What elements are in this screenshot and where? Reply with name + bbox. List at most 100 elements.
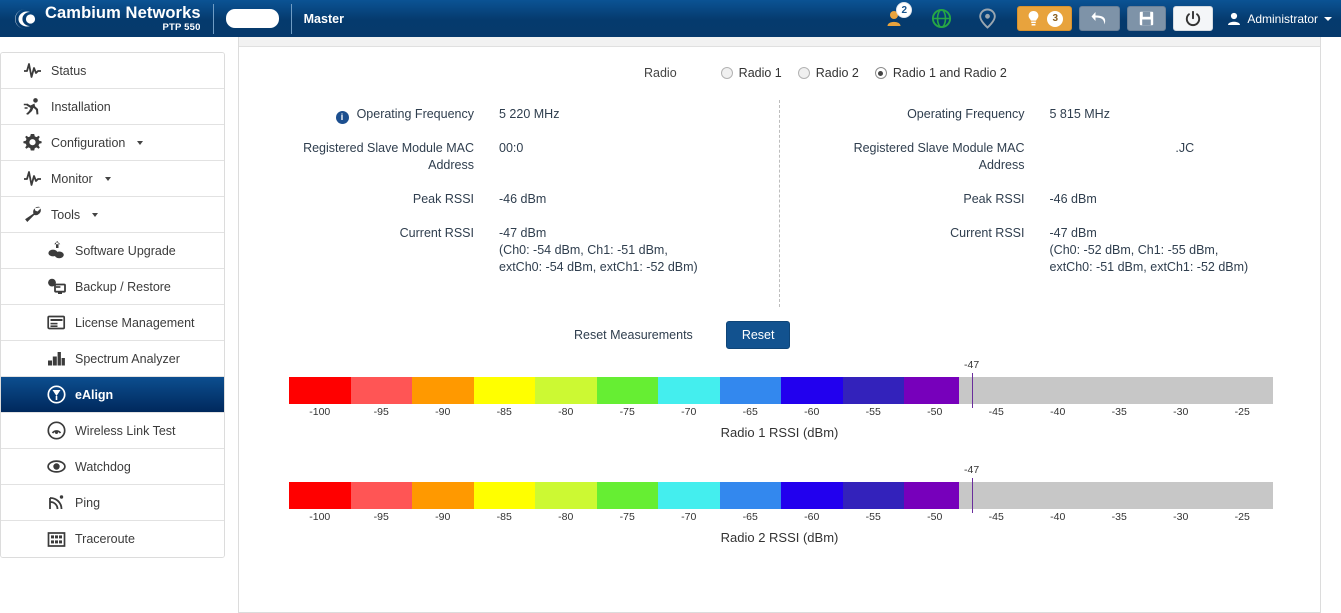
axis-tick-label: -35 [1112,511,1127,523]
sidebar-item-ping[interactable]: Ping [1,485,224,521]
axis-tick-label: -70 [681,511,696,523]
reset-measurements-row: Reset Measurements Reset [239,321,1320,349]
admin-menu[interactable]: Administrator [1227,12,1332,26]
axis-tick-label: -65 [743,511,758,523]
radio1-operating-frequency-label: iOperating Frequency [239,106,474,123]
sidebar-item-monitor[interactable]: Monitor [1,161,224,197]
axis-tick-label: -90 [435,406,450,418]
radio1-current-rssi-label: Current RSSI [239,225,474,276]
upload-icon [47,241,66,260]
rssi-segment [289,482,351,509]
sidebar-item-backup-restore[interactable]: Backup / Restore [1,269,224,305]
axis-tick-label: -95 [374,511,389,523]
alerts-button[interactable]: 3 [1017,6,1072,31]
sidebar-item-label: Status [51,64,86,78]
radio-button[interactable] [798,67,810,79]
rssi-bar: -47 [289,377,1273,404]
admin-label: Administrator [1247,12,1318,26]
cambium-logo-icon [10,6,38,32]
sidebar-item-label: Installation [51,100,111,114]
radio2-operating-frequency-label: Operating Frequency [780,106,1025,123]
radio2-peak-rssi-row: Peak RSSI -46 dBm [780,191,1321,208]
sidebar-item-software-upgrade[interactable]: Software Upgrade [1,233,224,269]
chart-caption: Radio 2 RSSI (dBm) [239,530,1320,545]
radio1-current-rssi-value: -47 dBm (Ch0: -54 dBm, Ch1: -51 dBm, ext… [474,225,780,276]
radio1-details: iOperating Frequency 5 220 MHz Registere… [239,106,780,315]
sidebar-item-wireless-link-test[interactable]: Wireless Link Test [1,413,224,449]
sidebar-item-label: eAlign [75,388,113,402]
rssi-segment [904,377,959,404]
axis-tick-label: -35 [1112,406,1127,418]
location-pin-icon[interactable] [964,0,1010,37]
save-button[interactable] [1127,6,1166,31]
radio-button[interactable] [875,67,887,79]
radio-option-label: Radio 1 [739,66,782,80]
rssi-segment [412,482,474,509]
chevron-down-icon [105,177,111,181]
rssi-segment [843,377,905,404]
radio-selector-row: Radio Radio 1Radio 2Radio 1 and Radio 2 [239,66,1320,80]
rssi-segment [781,482,843,509]
pulse-icon [23,169,42,188]
chevron-down-icon [1324,17,1332,21]
brand-logo[interactable]: Cambium Networks PTP 550 [0,0,201,37]
sidebar-item-watchdog[interactable]: Watchdog [1,449,224,485]
bar-chart-icon [47,349,66,368]
axis-tick-label: -45 [989,511,1004,523]
alerts-badge: 3 [1047,11,1063,27]
axis-tick-label: -95 [374,406,389,418]
sidebar-item-configuration[interactable]: Configuration [1,125,224,161]
axis-tick-label: -45 [989,406,1004,418]
device-name-pill [226,9,279,28]
axis-tick-label: -75 [620,511,635,523]
rssi-segment [412,377,474,404]
reset-button[interactable]: Reset [726,321,791,349]
sidebar-item-label: Software Upgrade [75,244,176,258]
axis-tick-label: -80 [558,511,573,523]
sidebar-item-spectrum-analyzer[interactable]: Spectrum Analyzer [1,341,224,377]
axis-tick-label: -90 [435,511,450,523]
chevron-down-icon [92,213,98,217]
rssi-charts: -47-100-95-90-85-80-75-70-65-60-55-50-45… [239,359,1320,559]
page-body: Status Installation ConfigurationMonitorTo… [0,37,1341,613]
axis-tick-label: -60 [804,511,819,523]
rssi-marker-line [972,478,973,513]
sidebar-item-label: Spectrum Analyzer [75,352,180,366]
radio2-current-rssi-row: Current RSSI -47 dBm (Ch0: -52 dBm, Ch1:… [780,225,1321,276]
radio2-peak-rssi-label: Peak RSSI [780,191,1025,208]
rssi-chart-1: -47-100-95-90-85-80-75-70-65-60-55-50-45… [239,359,1320,454]
axis-tick-label: -65 [743,406,758,418]
sidebar-item-installation[interactable]: Installation [1,89,224,125]
axis-tick-label: -75 [620,406,635,418]
rssi-segment [351,377,413,404]
sidebar-item-label: Backup / Restore [75,280,171,294]
ping-signal-icon [47,493,66,512]
brand-name: Cambium Networks [45,5,201,22]
radio-button[interactable] [721,67,733,79]
rssi-chart-2: -47-100-95-90-85-80-75-70-65-60-55-50-45… [239,464,1320,559]
axis-tick-label: -55 [866,406,881,418]
divider [291,4,292,34]
radio1-mac-label: Registered Slave Module MACAddress [239,140,474,174]
rssi-segment [289,377,351,404]
radio-option-2[interactable]: Radio 2 [798,66,859,80]
sidebar-item-traceroute[interactable]: Traceroute [1,521,224,557]
sidebar-item-status[interactable]: Status [1,53,224,89]
undo-button[interactable] [1079,6,1120,31]
sidebar-item-ealign[interactable]: eAlign [1,377,224,413]
axis-tick-label: -80 [558,406,573,418]
rssi-segment [658,482,720,509]
rssi-segment [904,482,959,509]
user-alerts-button[interactable]: 2 [872,0,918,37]
rssi-marker-label: -47 [964,359,979,371]
info-icon[interactable]: i [336,111,349,124]
sidebar-item-tools[interactable]: Tools [1,197,224,233]
radio1-mac-value: 00:0 [474,140,780,174]
radio-option-1[interactable]: Radio 1 [721,66,782,80]
top-header-bar: Cambium Networks PTP 550 Master 2 3 [0,0,1341,37]
globe-icon[interactable] [918,0,964,37]
wrench-icon [23,205,42,224]
power-button[interactable] [1173,6,1213,31]
sidebar-item-license-management[interactable]: License Management [1,305,224,341]
radio-option-3[interactable]: Radio 1 and Radio 2 [875,66,1007,80]
